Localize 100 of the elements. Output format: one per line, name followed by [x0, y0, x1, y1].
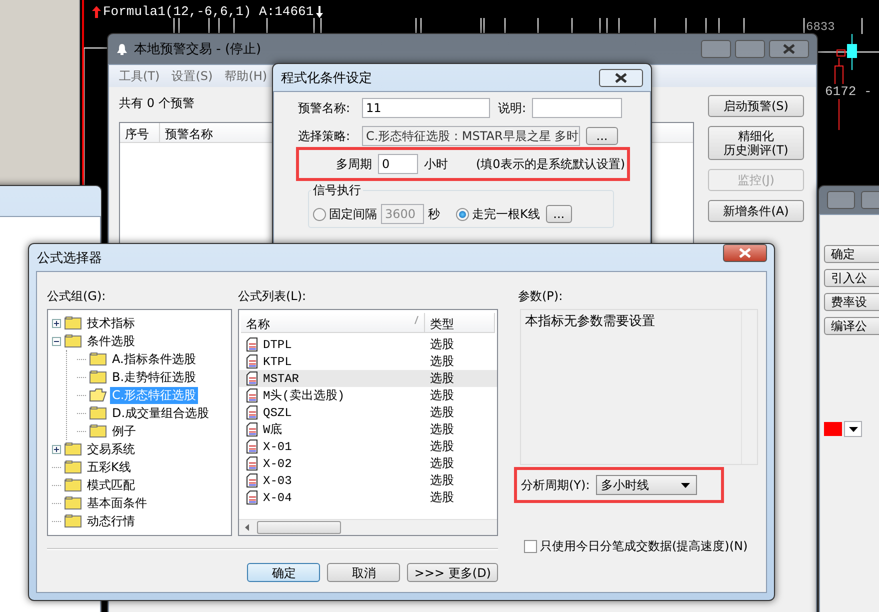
list-row[interactable]: MSTAR 选股: [239, 370, 497, 387]
folder-icon: [89, 424, 107, 438]
strategy-field[interactable]: C.形态特征选股 : MSTAR早晨之星 多时: [362, 126, 580, 146]
params-text: 本指标无参数需要设置: [524, 313, 656, 331]
tree-item[interactable]: 技术指标: [85, 314, 137, 332]
tree-item[interactable]: D.成交量组合选股: [110, 404, 212, 422]
maximize-button[interactable]: [735, 40, 765, 58]
action-button[interactable]: 新增条件(A): [708, 200, 804, 222]
menu-item[interactable]: 工具(T): [119, 68, 160, 84]
radio-button[interactable]: [456, 208, 469, 220]
list-row[interactable]: QSZL 选股: [239, 404, 497, 421]
expand-icon[interactable]: [52, 444, 61, 454]
list-row[interactable]: X-02 选股: [239, 455, 497, 472]
scrollbar[interactable]: [239, 519, 497, 535]
caret-icon: [848, 426, 858, 432]
list-row[interactable]: DTPL 选股: [239, 336, 497, 353]
action-button[interactable]: 精细化 历史测评(T): [708, 126, 804, 160]
color-swatch: [824, 422, 842, 436]
up-arrow-icon: [92, 6, 101, 18]
scroll-left-icon: [245, 524, 249, 531]
expand-icon[interactable]: [52, 318, 61, 328]
hint-text: (填0表示的是系统默认设置): [476, 156, 625, 172]
list-row[interactable]: X-01 选股: [239, 438, 497, 455]
caret-icon: [680, 482, 690, 488]
action-button[interactable]: 引入公: [824, 269, 879, 287]
action-button[interactable]: 费率设: [824, 293, 879, 311]
field-label: 说明:: [498, 100, 526, 116]
checkbox[interactable]: [524, 540, 537, 553]
group-label: 信号执行: [311, 182, 363, 199]
table-cell-text: X-02: [263, 456, 293, 470]
tree-item[interactable]: 动态行情: [85, 512, 137, 530]
list-row[interactable]: W底 选股: [239, 421, 497, 438]
dialog-button[interactable]: >>> 更多(D): [407, 563, 498, 582]
table-cell: 选股: [430, 472, 454, 489]
tree-item[interactable]: 五彩K线: [85, 458, 133, 476]
period-dropdown[interactable]: 多小时线: [596, 475, 697, 495]
folder-icon: [64, 496, 82, 510]
folder-icon: [64, 334, 82, 348]
menu-item[interactable]: 设置(S): [172, 68, 213, 84]
tree-item[interactable]: B.走势特征选股: [110, 368, 198, 386]
folder-icon: [64, 478, 82, 492]
folder-icon: [89, 370, 107, 384]
list-row[interactable]: M头(卖出选股) 选股: [239, 387, 497, 404]
table-cell: 选股: [430, 370, 454, 387]
column-header[interactable]: 序号: [120, 123, 160, 142]
table-cell: 选股: [430, 353, 454, 370]
radio-button[interactable]: [313, 208, 326, 220]
folder-icon: [89, 352, 107, 366]
tree-item[interactable]: 条件选股: [85, 332, 137, 350]
collapse-icon[interactable]: [52, 336, 61, 346]
field-label: 分析周期(Y):: [521, 476, 590, 494]
checkbox-label: 只使用今日分笔成交数据(提高速度)(N): [540, 538, 748, 555]
column-header[interactable]: 类型: [425, 313, 495, 332]
tree-item[interactable]: A.指标条件选股: [110, 350, 198, 368]
tree-item[interactable]: 例子: [110, 422, 138, 440]
table-cell: 选股: [430, 455, 454, 472]
close-button[interactable]: [723, 244, 767, 262]
note-field[interactable]: [532, 98, 622, 118]
action-button[interactable]: 确定: [824, 245, 879, 263]
dialog-button[interactable]: 确定: [247, 563, 320, 582]
folder-icon: [64, 316, 82, 330]
table-cell-text: MSTAR: [263, 372, 300, 386]
option-button[interactable]: ...: [546, 205, 572, 223]
minimize-button[interactable]: [701, 40, 731, 58]
tree-item[interactable]: 交易系统: [85, 440, 137, 458]
dropdown-button[interactable]: [844, 421, 862, 437]
table-cell: 选股: [430, 489, 454, 506]
close-button[interactable]: [599, 68, 643, 86]
action-button[interactable]: 编译公: [824, 317, 879, 335]
section-label: 参数(P):: [518, 288, 564, 305]
table-cell-text: X-04: [263, 490, 293, 504]
minimize-button[interactable]: [827, 191, 855, 209]
dialog-button[interactable]: 取消: [327, 563, 400, 582]
option-label: 走完一根K线: [472, 206, 540, 222]
list-row[interactable]: X-04 选股: [239, 489, 497, 506]
unit-label: 秒: [428, 206, 440, 222]
alert-count: 共有 0 个预警: [119, 95, 194, 112]
formula-label: Formula1(12,-6,6,1) A:14661: [103, 4, 314, 19]
action-button[interactable]: 启动预警(S): [708, 95, 804, 117]
list-row[interactable]: KTPL 选股: [239, 353, 497, 370]
list-row[interactable]: X-03 选股: [239, 472, 497, 489]
tree-item[interactable]: 模式匹配: [85, 476, 137, 494]
close-icon: [615, 72, 627, 82]
table-cell-text: KTPL: [263, 354, 293, 368]
period-field[interactable]: 0: [378, 154, 418, 174]
field-label: 选择策略:: [298, 128, 352, 144]
field-label: 多周期: [336, 156, 372, 172]
column-header[interactable]: 名称: [241, 313, 425, 332]
option-label: 固定间隔: [329, 206, 377, 222]
price-label: 6172 -: [825, 84, 872, 99]
name-field[interactable]: 11: [362, 98, 490, 118]
folder-icon: [89, 406, 107, 420]
section-label: 公式列表(L):: [238, 288, 308, 305]
browse-button[interactable]: ...: [586, 127, 618, 145]
tree-item[interactable]: 基本面条件: [85, 494, 149, 512]
folder-icon: [64, 460, 82, 474]
menu-item[interactable]: 帮助(H): [224, 68, 268, 84]
close-icon: [783, 44, 795, 54]
table-cell-text: X-01: [263, 440, 293, 454]
field-label: 预警名称:: [298, 100, 352, 116]
